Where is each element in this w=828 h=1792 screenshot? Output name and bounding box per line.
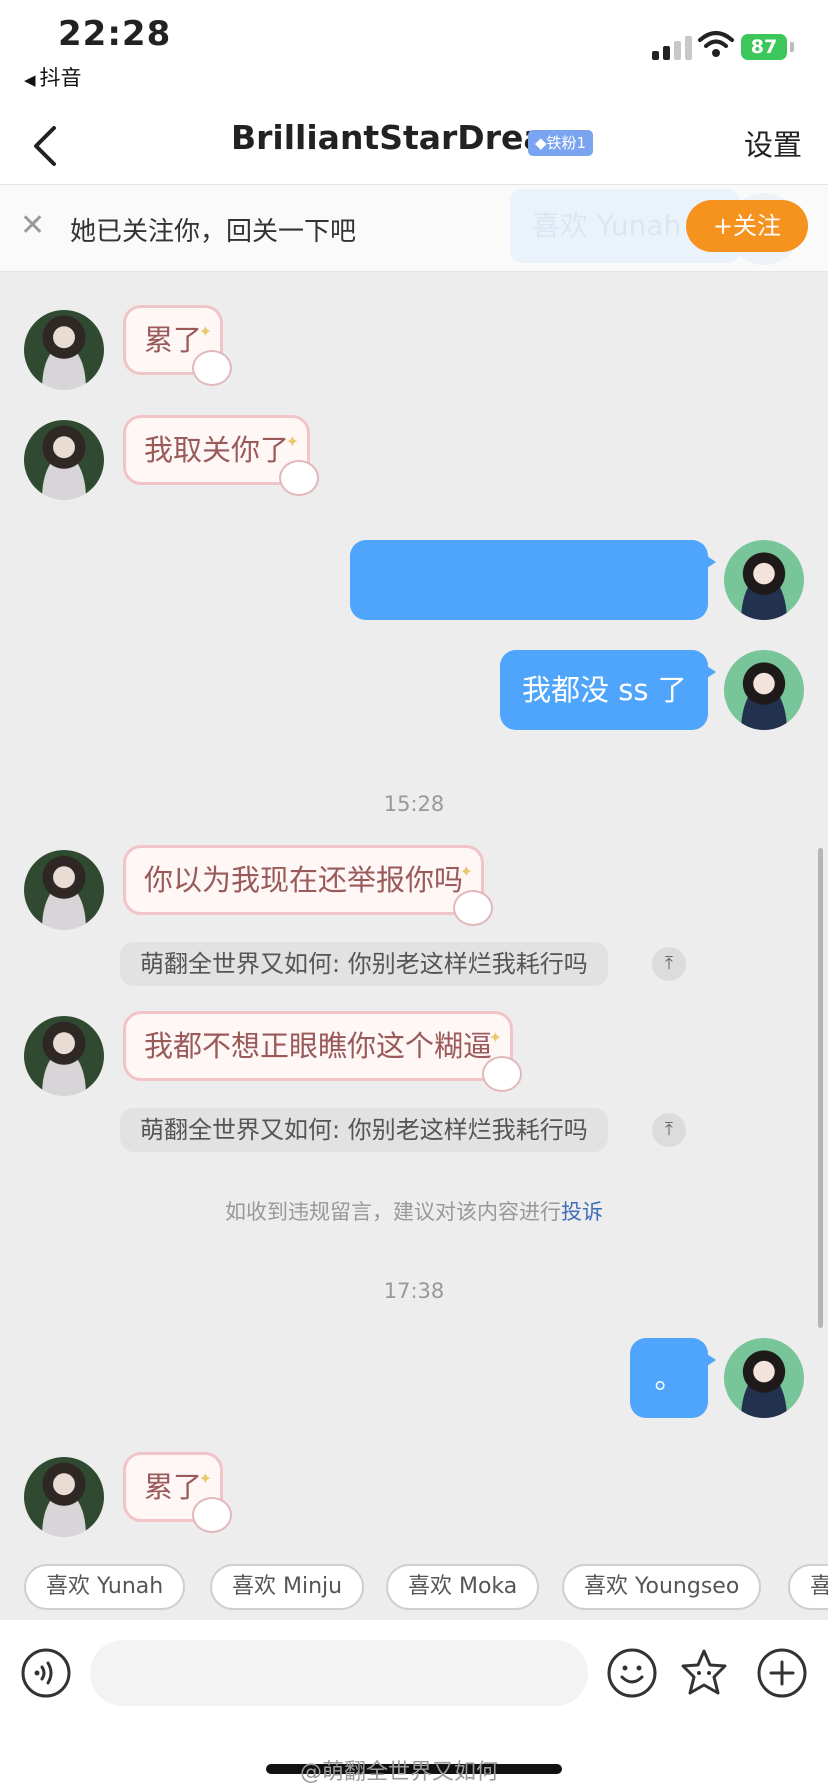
pin-top-icon[interactable]: ⤒ — [652, 947, 686, 981]
sent-message-bubble[interactable] — [350, 540, 716, 620]
quick-reply-chip[interactable]: 喜欢 Minju — [210, 1564, 365, 1610]
message-text: 。 — [654, 1361, 684, 1395]
contact-avatar[interactable] — [24, 850, 104, 930]
my-avatar[interactable] — [724, 540, 804, 620]
my-avatar[interactable] — [724, 1338, 804, 1418]
message-text: 累了 — [144, 323, 203, 357]
battery-tip — [790, 42, 794, 52]
quick-reply-chip[interactable]: 喜 — [788, 1564, 828, 1610]
plus-icon[interactable] — [756, 1647, 808, 1699]
sent-message-bubble[interactable]: 我都没 ss 了 — [500, 650, 716, 730]
quick-reply-chip[interactable]: 喜欢 Youngseo — [562, 1564, 762, 1610]
sent-message-bubble[interactable]: 。 — [630, 1338, 716, 1418]
diamond-icon: ◆ — [535, 134, 547, 152]
contact-avatar[interactable] — [24, 420, 104, 500]
close-icon[interactable]: ✕ — [20, 211, 45, 241]
sheep-sticker-icon — [279, 460, 320, 496]
message-text: 你以为我现在还举报你吗 — [144, 863, 464, 897]
back-triangle-icon: ◀ — [24, 71, 36, 89]
settings-button[interactable]: 设置 — [744, 122, 802, 164]
follow-back-bar: ✕ 她已关注你，回关一下吧 喜欢 Yunah +关注 — [0, 185, 828, 272]
back-arrow-icon[interactable] — [20, 118, 70, 174]
voice-icon[interactable] — [20, 1647, 72, 1699]
contact-avatar[interactable] — [24, 1016, 104, 1096]
received-message-bubble[interactable]: 你以为我现在还举报你吗 ✦ — [123, 845, 494, 926]
status-time: 22:28 — [58, 14, 172, 54]
fan-badge-label: 铁粉1 — [546, 134, 587, 152]
sticker-icon[interactable] — [678, 1647, 730, 1699]
message-text: 我都不想正眼瞧你这个糊逼 — [144, 1029, 493, 1063]
fan-level-badge[interactable]: ◆铁粉1 — [528, 130, 594, 156]
received-message-bubble[interactable]: 我取关你了 ✦ — [123, 415, 320, 496]
message-text: 我都没 ss 了 — [522, 673, 687, 707]
pin-top-icon[interactable]: ⤒ — [652, 1113, 686, 1147]
message-timestamp: 15:28 — [383, 792, 445, 816]
cellular-signal-icon — [652, 36, 692, 60]
message-text: 累了 — [144, 1470, 203, 1504]
received-message-bubble[interactable]: 累了 ✦ — [123, 1452, 233, 1533]
quick-reply-chip[interactable]: 喜欢 Moka — [386, 1564, 540, 1610]
follow-back-button[interactable]: +关注 — [686, 200, 808, 252]
message-text: 我取关你了 — [144, 433, 290, 467]
contact-avatar[interactable] — [24, 1457, 104, 1537]
chat-header: BrilliantStarDream ◆铁粉1 设置 — [0, 108, 828, 185]
battery-level: 87 — [741, 34, 787, 60]
report-link[interactable]: 投诉 — [561, 1200, 603, 1224]
status-bar: 22:28 ◀ 抖音 87 — [0, 0, 828, 108]
home-indicator-area: @萌翻全世界又如何 — [0, 1730, 828, 1792]
sheep-sticker-icon — [482, 1056, 523, 1092]
received-message-bubble[interactable]: 我都不想正眼瞧你这个糊逼 ✦ — [123, 1011, 523, 1092]
wifi-icon — [698, 31, 734, 57]
back-to-app-link[interactable]: ◀ 抖音 — [24, 62, 82, 92]
contact-avatar[interactable] — [24, 310, 104, 390]
watermark: @萌翻全世界又如何 — [300, 1760, 499, 1785]
quoted-comment[interactable]: 萌翻全世界又如何: 你别老这样烂我耗行吗 — [120, 942, 608, 986]
violation-notice: 如收到违规留言，建议对该内容进行投诉 — [0, 1196, 828, 1226]
sheep-sticker-icon — [192, 350, 233, 386]
back-app-label: 抖音 — [39, 66, 82, 90]
sheep-sticker-icon — [192, 1497, 233, 1533]
chat-scrollbar[interactable] — [818, 848, 823, 1328]
follow-back-message: 她已关注你，回关一下吧 — [70, 217, 357, 247]
message-input-bar — [0, 1620, 828, 1730]
message-input[interactable] — [90, 1640, 588, 1706]
quick-reply-bar: 喜欢 Yunah 喜欢 Minju 喜欢 Moka 喜欢 Youngseo 喜 — [0, 1552, 828, 1620]
my-avatar[interactable] — [724, 650, 804, 730]
notice-text: 如收到违规留言，建议对该内容进行 — [225, 1200, 561, 1224]
message-timestamp: 17:38 — [383, 1279, 445, 1303]
emoji-icon[interactable] — [606, 1647, 658, 1699]
quick-reply-chip[interactable]: 喜欢 Yunah — [24, 1564, 186, 1610]
received-message-bubble[interactable]: 累了 ✦ — [123, 305, 233, 386]
quoted-comment[interactable]: 萌翻全世界又如何: 你别老这样烂我耗行吗 — [120, 1108, 608, 1152]
sheep-sticker-icon — [453, 890, 494, 926]
